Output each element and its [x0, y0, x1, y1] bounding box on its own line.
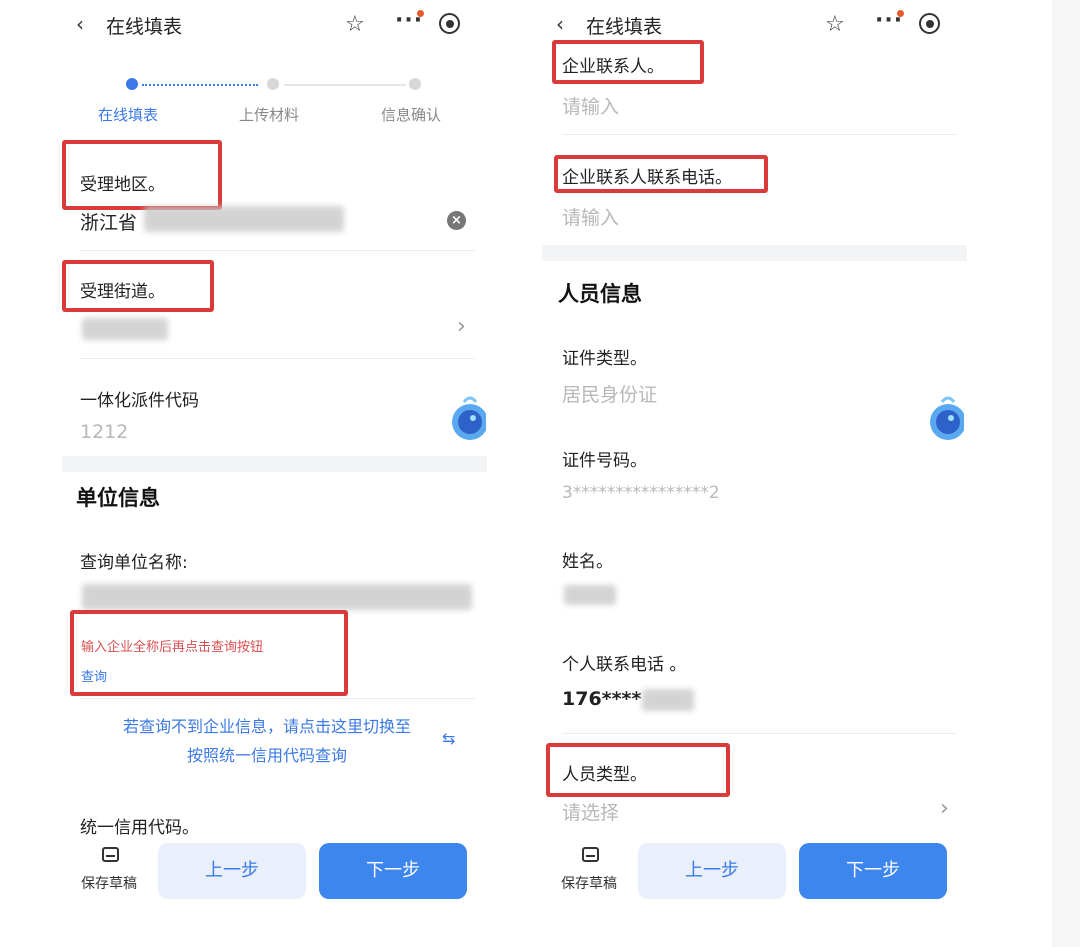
enterprise-contact-input[interactable]: 请输入 — [562, 92, 619, 119]
right-screen: ‹ 在线填表 ☆ ··· 企业联系人。 请输入 企业联系人联系电话。 请输入 人… — [542, 0, 967, 947]
star-icon[interactable]: ☆ — [345, 12, 365, 37]
step-connector-1 — [142, 84, 258, 88]
divider — [80, 698, 475, 699]
divider — [80, 250, 475, 251]
next-step-button[interactable]: 下一步 — [319, 843, 467, 899]
switch-link-line-1[interactable]: 若查询不到企业信息，请点击这里切换至 — [87, 712, 447, 742]
page-title: 在线填表 — [106, 16, 183, 38]
star-icon[interactable]: ☆ — [825, 12, 845, 37]
step-label-upload[interactable]: 上传材料 — [239, 104, 299, 125]
personal-phone-value[interactable]: 176**** — [562, 688, 641, 710]
query-hint-text: 输入企业全称后再点击查询按钮 — [81, 640, 264, 655]
previous-step-button[interactable]: 上一步 — [158, 843, 306, 899]
assistant-robot-icon[interactable] — [442, 392, 486, 452]
highlight-box-contact — [552, 40, 704, 84]
dispatch-code-label: 一体化派件代码 — [80, 391, 199, 411]
section-separator — [62, 456, 487, 472]
highlight-box-region — [62, 140, 222, 210]
name-label: 姓名。 — [562, 552, 613, 572]
draft-icon[interactable] — [582, 847, 599, 862]
step-connector-2 — [284, 84, 406, 86]
section-separator — [542, 245, 967, 261]
region-value[interactable]: 浙江省 — [80, 208, 137, 235]
step-label-fill-form[interactable]: 在线填表 — [98, 104, 158, 125]
background-strip — [1052, 0, 1080, 947]
step-label-confirm[interactable]: 信息确认 — [381, 104, 441, 125]
divider — [562, 134, 957, 135]
id-type-value[interactable]: 居民身份证 — [562, 380, 657, 407]
query-button[interactable]: 查询 — [81, 666, 107, 685]
redacted-unit-name[interactable] — [82, 584, 472, 610]
highlight-box-contact-phone — [554, 155, 768, 193]
bottom-action-bar: 保存草稿 上一步 下一步 — [62, 835, 487, 910]
draft-icon[interactable] — [102, 847, 119, 862]
step-dot-1 — [126, 78, 138, 90]
highlight-box-person-type — [546, 743, 730, 797]
page-title: 在线填表 — [586, 16, 663, 38]
close-miniapp-icon[interactable] — [919, 13, 940, 34]
id-type-label: 证件类型。 — [562, 349, 647, 369]
enterprise-contact-phone-input[interactable]: 请输入 — [562, 203, 619, 230]
left-screen: ‹ 在线填表 ☆ ··· 在线填表 上传材料 信息确认 受理地区。 浙江省 × … — [62, 0, 487, 947]
id-number-label: 证件号码。 — [562, 451, 647, 471]
unit-info-title: 单位信息 — [76, 486, 160, 510]
bottom-action-bar: 保存草稿 上一步 下一步 — [542, 835, 967, 910]
redacted-phone-suffix — [642, 689, 694, 711]
divider — [80, 358, 475, 359]
back-icon[interactable]: ‹ — [556, 12, 564, 36]
save-draft-button[interactable]: 保存草稿 — [561, 873, 617, 893]
person-info-title: 人员信息 — [558, 282, 642, 306]
back-icon[interactable]: ‹ — [76, 12, 84, 36]
highlight-box-street — [62, 260, 214, 312]
notification-dot — [897, 10, 904, 17]
step-dot-2 — [267, 78, 279, 90]
save-draft-button[interactable]: 保存草稿 — [81, 873, 137, 893]
next-step-button[interactable]: 下一步 — [799, 843, 947, 899]
chevron-right-icon[interactable]: › — [940, 796, 949, 821]
dispatch-code-input[interactable]: 1212 — [80, 421, 128, 443]
query-unit-name-label: 查询单位名称: — [80, 553, 188, 573]
divider — [562, 733, 957, 734]
assistant-robot-icon[interactable] — [920, 392, 964, 452]
switch-link-line-2[interactable]: 按照统一信用代码查询 — [87, 741, 447, 771]
previous-step-button[interactable]: 上一步 — [638, 843, 786, 899]
personal-phone-label: 个人联系电话 。 — [562, 655, 687, 675]
id-number-value[interactable]: 3****************2 — [562, 483, 720, 503]
redacted-street-value — [82, 318, 168, 340]
notification-dot — [417, 10, 424, 17]
step-dot-3 — [409, 78, 421, 90]
close-miniapp-icon[interactable] — [439, 13, 460, 34]
switch-icon[interactable]: ⇆ — [442, 729, 455, 748]
redacted-region-detail — [144, 206, 344, 232]
person-type-select[interactable]: 请选择 — [562, 798, 619, 825]
chevron-right-icon[interactable]: › — [457, 314, 466, 339]
redacted-name-value[interactable] — [564, 585, 616, 605]
clear-icon[interactable]: × — [447, 211, 466, 230]
